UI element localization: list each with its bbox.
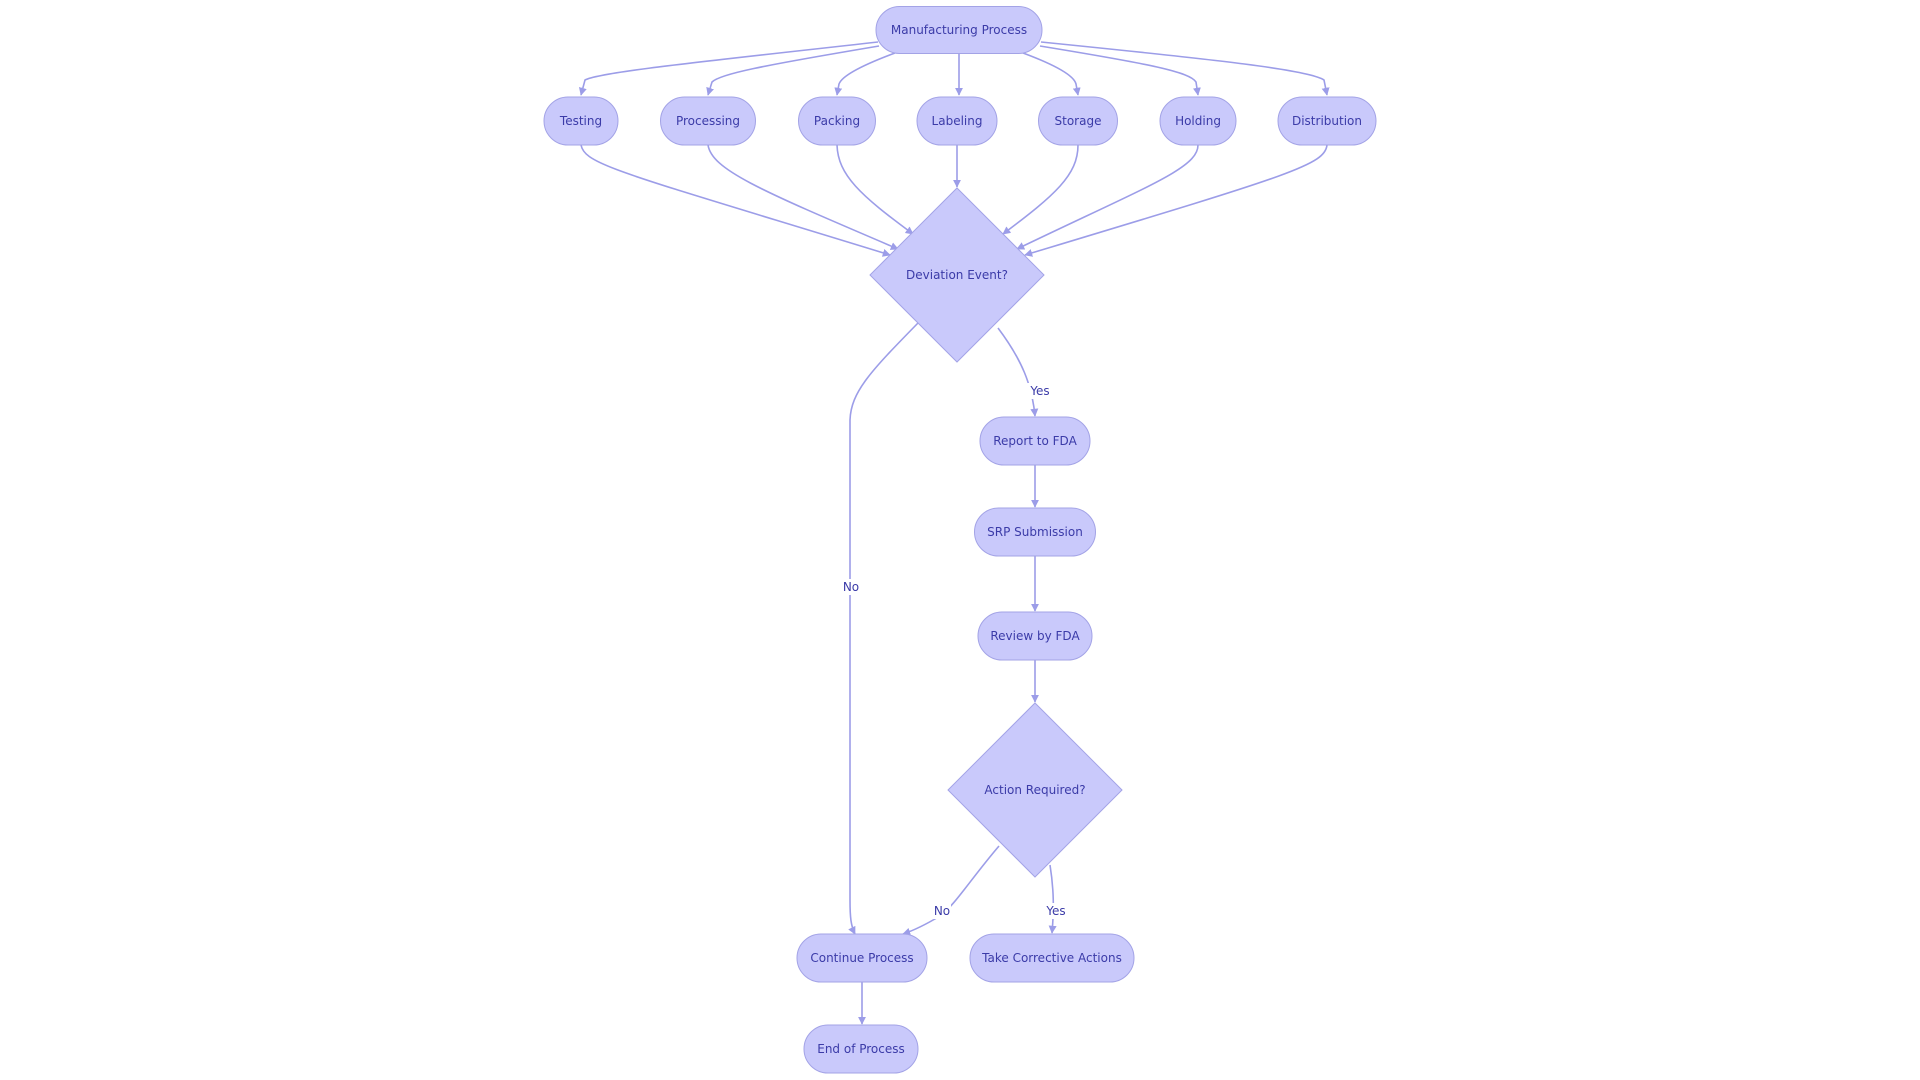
node-continue[interactable]: Continue Process — [796, 933, 928, 983]
node-labeling[interactable]: Labeling — [916, 96, 998, 146]
edge-mfg-to-packing — [834, 52, 896, 96]
edge-packing-to-deviation — [836, 144, 914, 235]
node-label: End of Process — [817, 1042, 905, 1056]
node-label: Take Corrective Actions — [981, 951, 1122, 965]
node-report[interactable]: Report to FDA — [979, 416, 1091, 466]
node-packing[interactable]: Packing — [798, 96, 876, 146]
node-end[interactable]: End of Process — [803, 1024, 919, 1074]
node-testing[interactable]: Testing — [543, 96, 619, 146]
node-label: Processing — [676, 114, 740, 128]
node-label: SRP Submission — [987, 525, 1083, 539]
edge-label-deviation-to-continue: No — [842, 579, 860, 595]
edge-storage-to-deviation — [1002, 144, 1079, 235]
edge-mfg-to-holding — [1039, 45, 1201, 96]
flowchart-diagram: Manufacturing Process Testing Processing Pa… — [543, 6, 1377, 1074]
edge-action-to-corrective — [1048, 864, 1057, 934]
edge-label-text: Yes — [1029, 384, 1049, 398]
edge-deviation-to-continue — [848, 322, 919, 935]
edge-label-text: No — [843, 580, 859, 594]
node-mfg[interactable]: Manufacturing Process — [875, 6, 1043, 54]
node-label: Holding — [1175, 114, 1221, 128]
node-label: Labeling — [932, 114, 983, 128]
edge-label-action-to-corrective: Yes — [1043, 903, 1069, 919]
edge-deviation-to-report — [997, 327, 1039, 417]
node-label: Storage — [1055, 114, 1102, 128]
edge-label-action-to-continue: No — [933, 903, 951, 919]
node-label: Deviation Event? — [906, 268, 1008, 282]
node-label: Continue Process — [810, 951, 913, 965]
node-label: Manufacturing Process — [891, 23, 1027, 37]
node-label: Action Required? — [984, 783, 1085, 797]
node-label: Testing — [559, 114, 602, 128]
edges-layer — [578, 41, 1330, 1025]
node-label: Distribution — [1292, 114, 1362, 128]
nodes-layer: Manufacturing Process Testing Processing Pa… — [543, 6, 1377, 1074]
edge-mfg-to-testing — [578, 41, 879, 96]
node-holding[interactable]: Holding — [1159, 96, 1237, 146]
node-srp[interactable]: SRP Submission — [974, 507, 1096, 557]
node-storage[interactable]: Storage — [1038, 96, 1118, 146]
edge-processing-to-deviation — [707, 144, 899, 250]
node-corrective[interactable]: Take Corrective Actions — [969, 933, 1135, 983]
node-distribution[interactable]: Distribution — [1277, 96, 1377, 146]
edge-testing-to-deviation — [580, 144, 891, 257]
node-deviation[interactable]: Deviation Event? — [869, 187, 1045, 363]
node-review[interactable]: Review by FDA — [977, 611, 1093, 661]
edge-label-text: No — [934, 904, 950, 918]
edge-action-to-continue — [902, 845, 1000, 936]
node-label: Report to FDA — [993, 434, 1077, 448]
edge-label-text: Yes — [1045, 904, 1065, 918]
node-action[interactable]: Action Required? — [947, 702, 1123, 878]
edge-distribution-to-deviation — [1024, 144, 1328, 257]
edge-mfg-to-distribution — [1040, 41, 1330, 96]
edge-mfg-to-storage — [1022, 52, 1081, 96]
node-processing[interactable]: Processing — [660, 96, 756, 146]
edge-holding-to-deviation — [1016, 144, 1199, 250]
edge-label-deviation-to-report: Yes — [1027, 383, 1053, 399]
node-label: Packing — [814, 114, 860, 128]
node-label: Review by FDA — [990, 629, 1080, 643]
